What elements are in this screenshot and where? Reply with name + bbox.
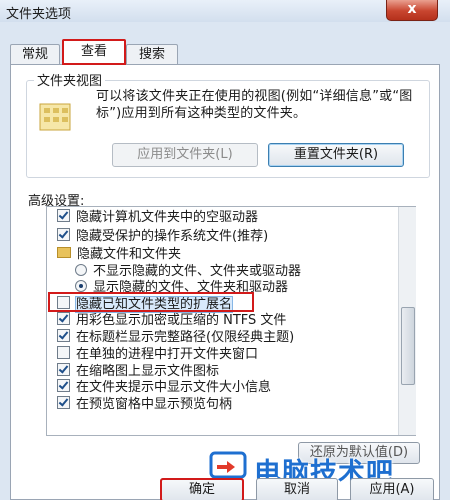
folder-view-icon (39, 103, 71, 131)
setting-separate-process[interactable]: 在单独的进程中打开文件夹窗口 (57, 346, 258, 362)
cancel-button[interactable]: 取消 (256, 478, 338, 500)
close-button[interactable]: x (386, 0, 438, 21)
setting-color-ntfs[interactable]: 用彩色显示加密或压缩的 NTFS 文件 (57, 312, 286, 328)
checkbox-checked-icon[interactable] (57, 329, 70, 342)
folder-options-dialog: 文件夹选项 x 常规 查看 搜索 文件夹视图 可以将该文件夹正在使用的视图(例如… (0, 0, 450, 500)
radio-selected-icon[interactable] (75, 280, 87, 292)
tab-view[interactable]: 查看 (62, 39, 126, 65)
scrollbar-thumb[interactable] (401, 307, 415, 385)
setting-hidden-files-folder: 隐藏文件和文件夹 (57, 247, 181, 263)
tab-general[interactable]: 常规 (10, 44, 60, 66)
title-bar[interactable]: 文件夹选项 x (0, 0, 450, 22)
radio-unselected-icon[interactable] (75, 264, 87, 276)
checkbox-checked-icon[interactable] (57, 396, 70, 409)
folder-icon (57, 247, 71, 258)
setting-hide-protected-os-files[interactable]: 隐藏受保护的操作系统文件(推荐) (57, 228, 268, 244)
reset-folders-button[interactable]: 重置文件夹(R) (268, 143, 404, 167)
tab-search[interactable]: 搜索 (126, 44, 178, 66)
checkbox-unchecked-icon[interactable] (57, 346, 70, 359)
window-title: 文件夹选项 (6, 7, 72, 22)
apply-to-folders-button[interactable]: 应用到文件夹(L) (112, 143, 258, 167)
setting-dont-show-hidden[interactable]: 不显示隐藏的文件、文件夹或驱动器 (75, 264, 301, 280)
advanced-settings-list[interactable]: 隐藏计算机文件夹中的空驱动器 隐藏受保护的操作系统文件(推荐) 隐藏文件和文件夹… (46, 206, 416, 436)
apply-button[interactable]: 应用(A) (350, 478, 434, 500)
setting-full-path-title[interactable]: 在标题栏显示完整路径(仅限经典主题) (57, 329, 294, 345)
checkbox-checked-icon[interactable] (57, 312, 70, 325)
setting-hide-empty-drives[interactable]: 隐藏计算机文件夹中的空驱动器 (57, 209, 258, 225)
checkbox-checked-icon[interactable] (57, 363, 70, 376)
advanced-list-scrollbar[interactable] (398, 207, 416, 435)
checkbox-checked-icon[interactable] (57, 228, 70, 241)
checkbox-checked-icon[interactable] (57, 379, 70, 392)
checkbox-checked-icon[interactable] (57, 209, 70, 222)
ok-button[interactable]: 确定 (160, 478, 244, 500)
setting-preview-handlers[interactable]: 在预览窗格中显示预览句柄 (57, 396, 232, 412)
folder-views-title: 文件夹视图 (34, 70, 106, 89)
setting-thumbnail-icons[interactable]: 在缩略图上显示文件图标 (57, 363, 219, 379)
folder-views-description: 可以将该文件夹正在使用的视图(例如“详细信息”或“图标”)应用到所有这种类型的文… (96, 89, 413, 121)
setting-size-in-tips[interactable]: 在文件夹提示中显示文件大小信息 (57, 379, 271, 395)
annotation-highlight-box (48, 292, 254, 312)
